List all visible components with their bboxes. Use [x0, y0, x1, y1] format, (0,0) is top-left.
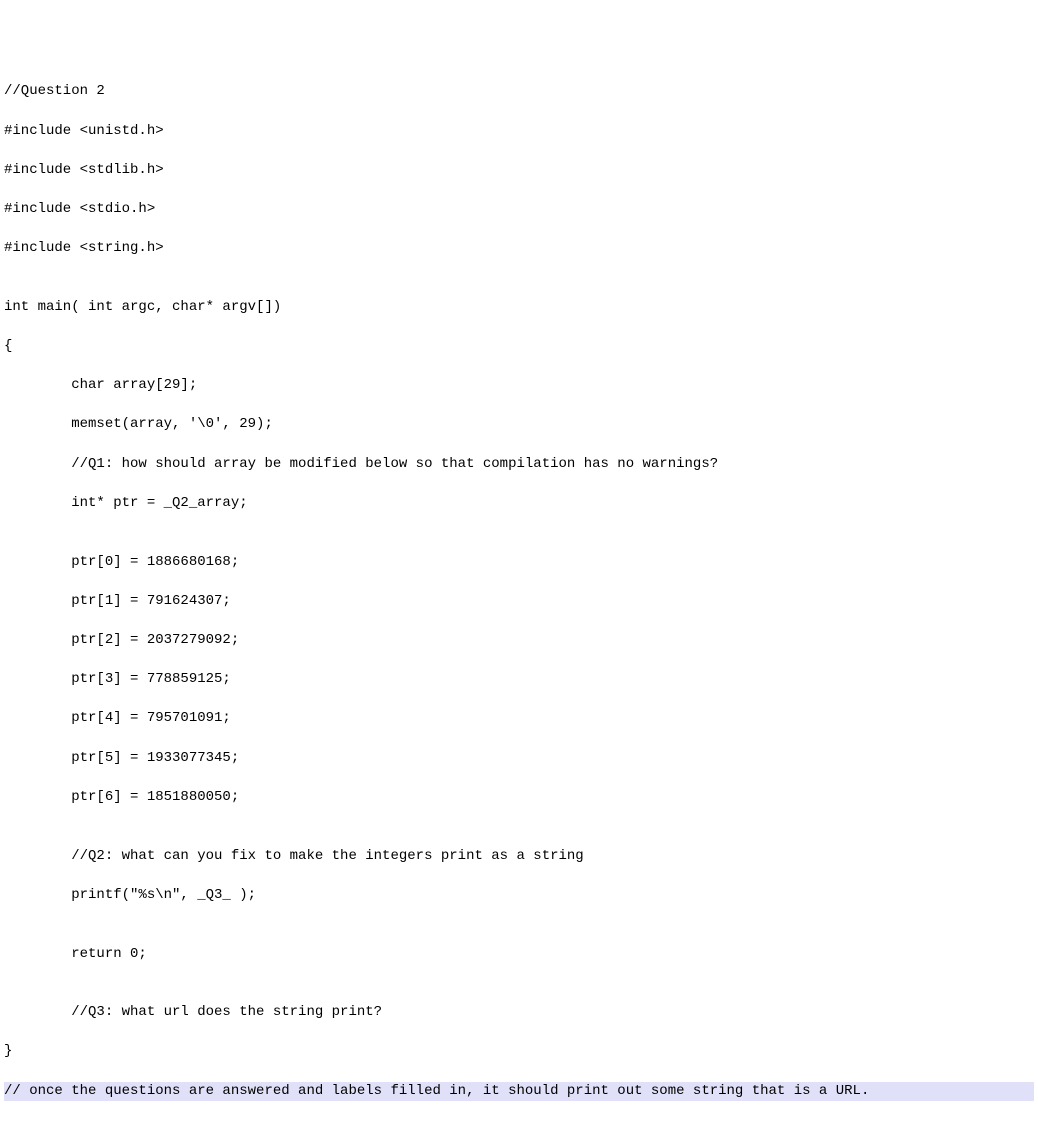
code-line: //Q2: what can you fix to make the integ… [4, 847, 1034, 867]
code-line-highlighted: // once the questions are answered and l… [4, 1082, 1034, 1102]
code-line: #include <string.h> [4, 239, 1034, 259]
code-line: ptr[4] = 795701091; [4, 709, 1034, 729]
code-line: //Question 2 [4, 82, 1034, 102]
code-line: printf("%s\n", _Q3_ ); [4, 886, 1034, 906]
code-line: //Q1: how should array be modified below… [4, 455, 1034, 475]
code-line: ptr[5] = 1933077345; [4, 749, 1034, 769]
code-line: memset(array, '\0', 29); [4, 415, 1034, 435]
code-line: } [4, 1042, 1034, 1062]
code-line: ptr[2] = 2037279092; [4, 631, 1034, 651]
code-line: ptr[6] = 1851880050; [4, 788, 1034, 808]
code-line: #include <stdlib.h> [4, 161, 1034, 181]
code-line: #include <unistd.h> [4, 122, 1034, 142]
code-line: { [4, 337, 1034, 357]
code-line: char array[29]; [4, 376, 1034, 396]
code-line: int main( int argc, char* argv[]) [4, 298, 1034, 318]
code-line: ptr[3] = 778859125; [4, 670, 1034, 690]
code-line: //Q3: what url does the string print? [4, 1003, 1034, 1023]
code-line: ptr[1] = 791624307; [4, 592, 1034, 612]
code-line: ptr[0] = 1886680168; [4, 553, 1034, 573]
code-line: int* ptr = _Q2_array; [4, 494, 1034, 514]
code-line: #include <stdio.h> [4, 200, 1034, 220]
code-line: return 0; [4, 945, 1034, 965]
